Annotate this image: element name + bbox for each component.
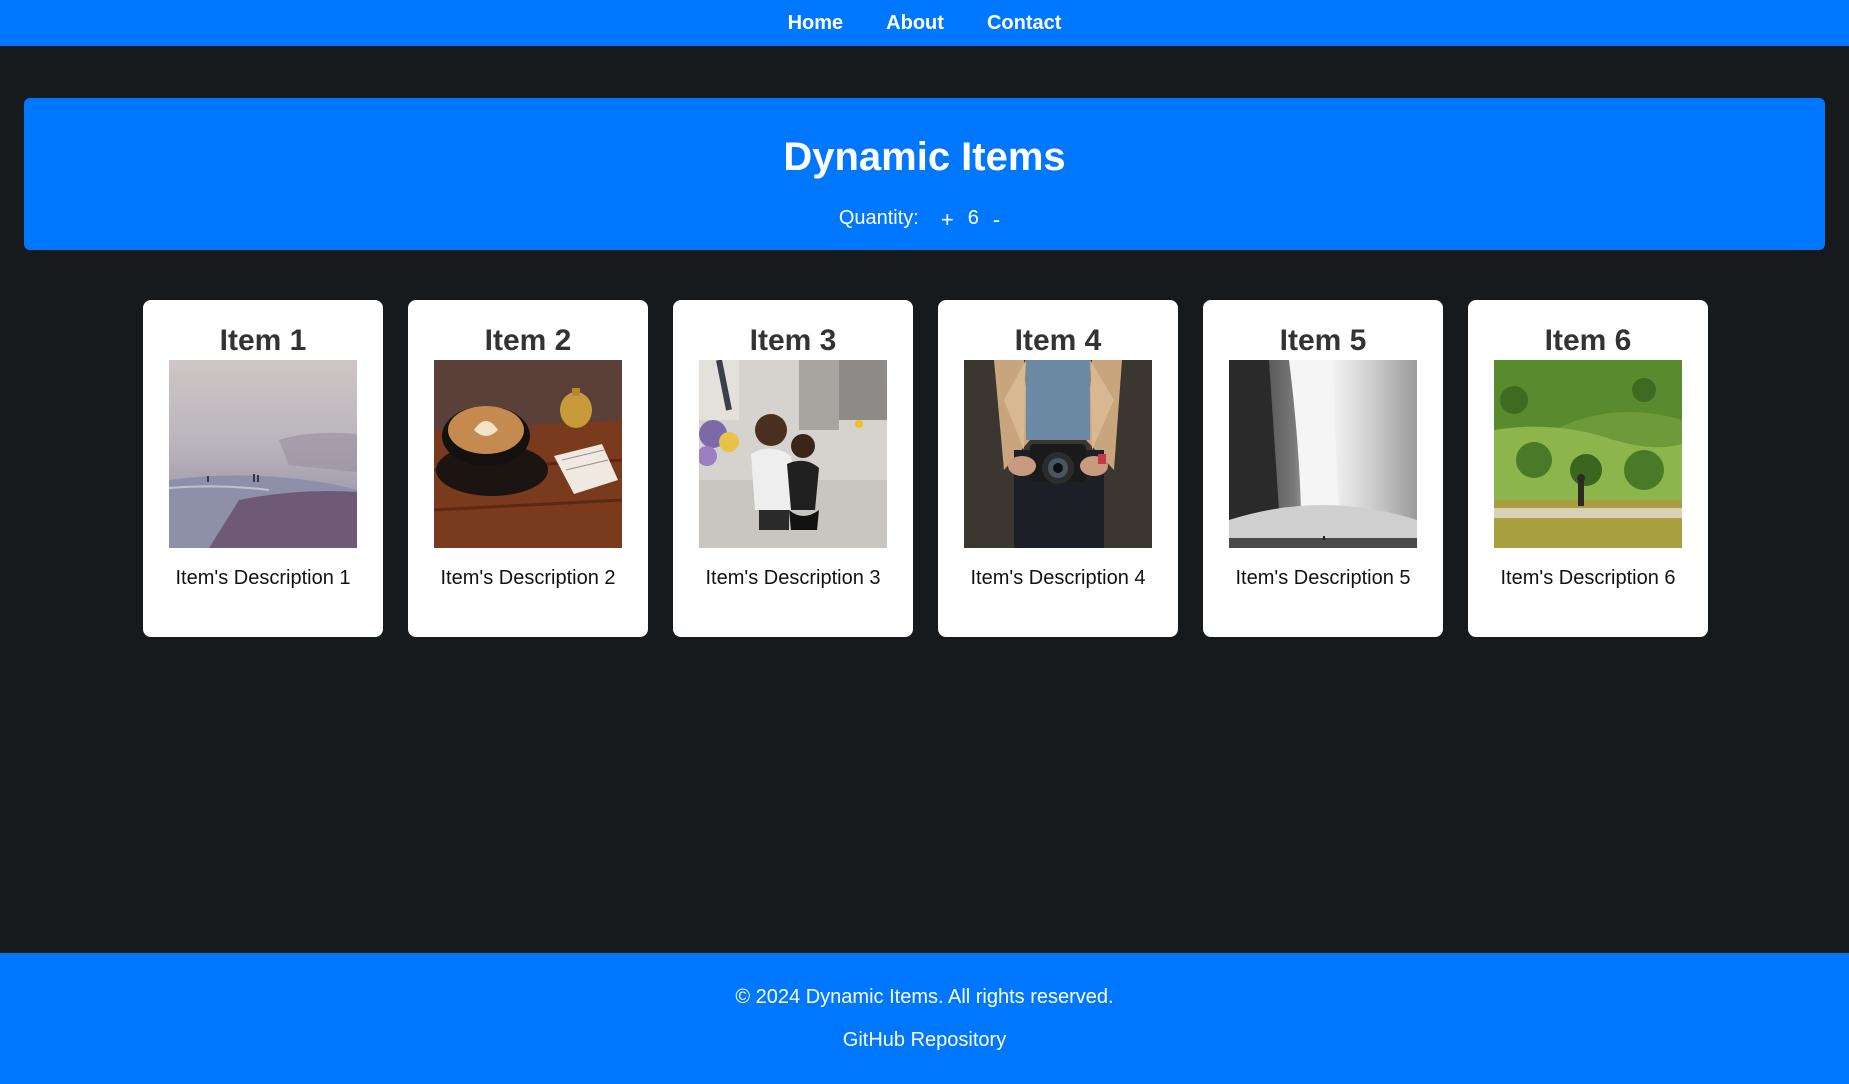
nav-link-about[interactable]: About: [886, 12, 944, 35]
item-title: Item 5: [1279, 324, 1367, 357]
top-navbar: Home About Contact: [0, 0, 1849, 46]
waterfall-image: [1229, 360, 1417, 548]
item-description: Item's Description 3: [705, 567, 881, 589]
misty-beach-image: [169, 360, 357, 548]
item-title: Item 6: [1544, 324, 1632, 357]
item-description: Item's Description 6: [1500, 567, 1676, 589]
latte-on-wooden-table-image: [434, 360, 622, 548]
nav-link-contact[interactable]: Contact: [987, 12, 1061, 35]
item-description: Item's Description 4: [970, 567, 1146, 589]
person-holding-camera-image: [964, 360, 1152, 548]
github-repository-link[interactable]: GitHub Repository: [0, 1028, 1849, 1052]
item-description: Item's Description 5: [1235, 567, 1411, 589]
quantity-label: Quantity:: [838, 207, 919, 229]
green-hills-with-sheep-image: [1494, 360, 1682, 548]
nav-link-home[interactable]: Home: [788, 12, 844, 35]
hero-banner: Dynamic Items Quantity: + 6 -: [24, 98, 1825, 250]
item-description: Item's Description 1: [175, 567, 351, 589]
item-title: Item 3: [749, 324, 837, 357]
item-card: Item 3 Item's Description 3: [673, 300, 913, 637]
item-card: Item 6 Item's Description 6: [1468, 300, 1708, 637]
item-title: Item 4: [1014, 324, 1102, 357]
quantity-value: 6: [967, 207, 979, 229]
items-grid: Item 1 Item's Description 1 Item 2 Item'…: [143, 300, 1708, 637]
mother-and-child-city-street-image: [699, 360, 887, 548]
item-card: Item 5 Item's Description 5: [1203, 300, 1443, 637]
item-title: Item 1: [219, 324, 307, 357]
item-card: Item 2 Item's Description 2: [408, 300, 648, 637]
item-description: Item's Description 2: [440, 567, 616, 589]
item-card: Item 4 Item's Description 4: [938, 300, 1178, 637]
increment-button[interactable]: +: [931, 208, 964, 232]
page-footer: © 2024 Dynamic Items. All rights reserve…: [0, 953, 1849, 1084]
item-title: Item 2: [484, 324, 572, 357]
copyright-text: © 2024 Dynamic Items. All rights reserve…: [735, 986, 1114, 1008]
item-card: Item 1 Item's Description 1: [143, 300, 383, 637]
page-title: Dynamic Items: [783, 135, 1066, 179]
quantity-control: Quantity: + 6 -: [24, 206, 1825, 232]
decrement-button[interactable]: -: [983, 208, 1010, 232]
